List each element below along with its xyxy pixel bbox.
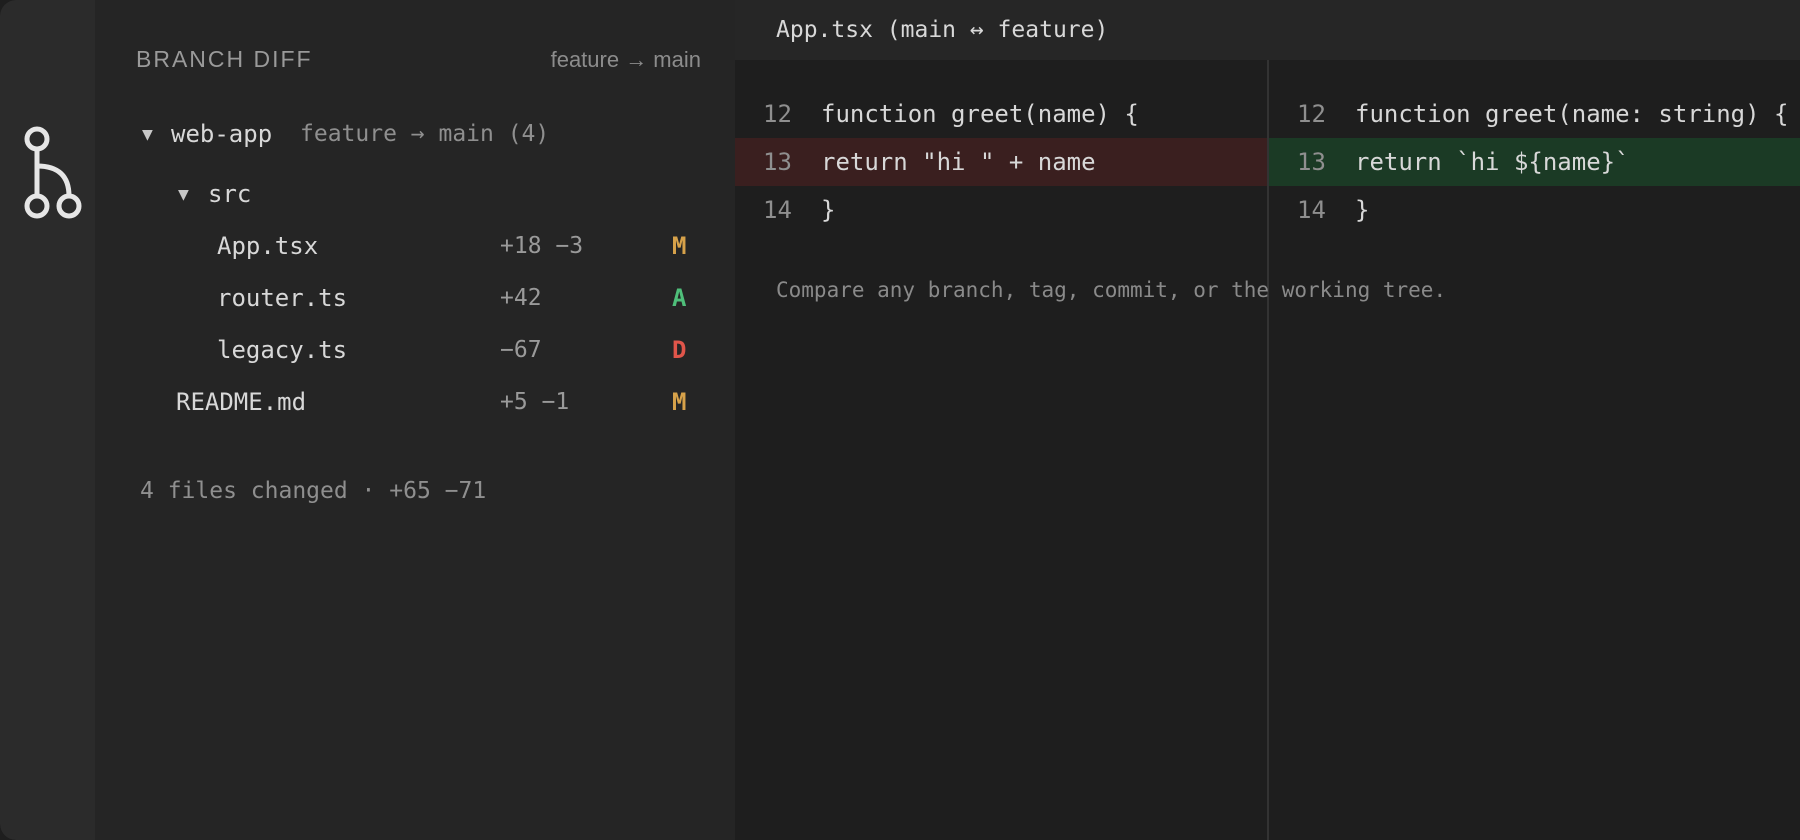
line-code: } bbox=[1355, 196, 1370, 224]
line-code: } bbox=[821, 196, 836, 224]
file-line-stats: +42 bbox=[500, 285, 542, 311]
editor-tab-title[interactable]: App.tsx (main ↔ feature) bbox=[776, 17, 1108, 43]
branch-diff-sidebar: BRANCH DIFF feature → main ▼ web-app fea… bbox=[95, 0, 735, 840]
line-code: function greet(name) { bbox=[821, 100, 1139, 128]
diff-line[interactable]: 14 } bbox=[735, 186, 1267, 234]
file-name: README.md bbox=[176, 388, 307, 416]
diff-line-added[interactable]: 13 return `hi ${name}` bbox=[1269, 138, 1800, 186]
diff-line-removed[interactable]: 13 return "hi " + name bbox=[735, 138, 1267, 186]
line-number: 14 bbox=[1297, 196, 1326, 224]
file-row-app-tsx[interactable]: App.tsx +18 −3 M bbox=[95, 230, 735, 270]
folder-name: src bbox=[208, 180, 252, 208]
line-number: 14 bbox=[763, 196, 792, 224]
diff-editor: App.tsx (main ↔ feature) 12 function gre… bbox=[735, 0, 1800, 840]
app-window: BRANCH DIFF feature → main ▼ web-app fea… bbox=[0, 0, 1800, 840]
file-line-stats: +18 −3 bbox=[500, 233, 584, 259]
sidebar-header: BRANCH DIFF feature → main bbox=[136, 46, 701, 73]
file-name: App.tsx bbox=[217, 232, 319, 260]
file-line-stats: +5 −1 bbox=[500, 389, 570, 415]
diff-line[interactable]: 14 } bbox=[1269, 186, 1800, 234]
diff-pane-right: 12 function greet(name: string) { 13 ret… bbox=[1269, 90, 1800, 234]
editor-tab-bar: App.tsx (main ↔ feature) bbox=[735, 0, 1800, 60]
file-name: legacy.ts bbox=[217, 336, 348, 364]
tree-repo-row[interactable]: ▼ web-app feature → main (4) bbox=[95, 118, 735, 158]
chevron-down-icon[interactable]: ▼ bbox=[178, 184, 189, 205]
diff-pane-left: 12 function greet(name) { 13 return "hi … bbox=[735, 90, 1267, 234]
status-badge: D bbox=[672, 336, 687, 364]
file-name: router.ts bbox=[217, 284, 348, 312]
line-code: return "hi " + name bbox=[821, 148, 1096, 176]
diff-summary: 4 files changed · +65 −71 bbox=[140, 478, 487, 504]
chevron-down-icon[interactable]: ▼ bbox=[142, 124, 153, 145]
status-badge: M bbox=[672, 388, 687, 416]
status-badge: A bbox=[672, 284, 687, 312]
line-code: function greet(name: string) { bbox=[1355, 100, 1789, 128]
tree-folder-row[interactable]: ▼ src bbox=[95, 178, 735, 218]
repo-compare-info: feature → main (4) bbox=[300, 121, 550, 147]
diff-line[interactable]: 12 function greet(name: string) { bbox=[1269, 90, 1800, 138]
git-branch-icon[interactable] bbox=[22, 122, 86, 222]
activity-bar bbox=[0, 0, 95, 840]
sidebar-title: BRANCH DIFF bbox=[136, 46, 313, 72]
line-code: return `hi ${name}` bbox=[1355, 148, 1630, 176]
line-number: 13 bbox=[763, 148, 792, 176]
compare-hint: Compare any branch, tag, commit, or the … bbox=[776, 278, 1447, 302]
diff-line[interactable]: 12 function greet(name) { bbox=[735, 90, 1267, 138]
repo-name: web-app bbox=[171, 120, 273, 148]
line-number: 13 bbox=[1297, 148, 1326, 176]
compare-target[interactable]: feature → main bbox=[551, 47, 701, 73]
file-row-router-ts[interactable]: router.ts +42 A bbox=[95, 282, 735, 322]
line-number: 12 bbox=[763, 100, 792, 128]
line-number: 12 bbox=[1297, 100, 1326, 128]
file-line-stats: −67 bbox=[500, 337, 542, 363]
status-badge: M bbox=[672, 232, 687, 260]
file-row-readme-md[interactable]: README.md +5 −1 M bbox=[95, 386, 735, 426]
file-row-legacy-ts[interactable]: legacy.ts −67 D bbox=[95, 334, 735, 374]
